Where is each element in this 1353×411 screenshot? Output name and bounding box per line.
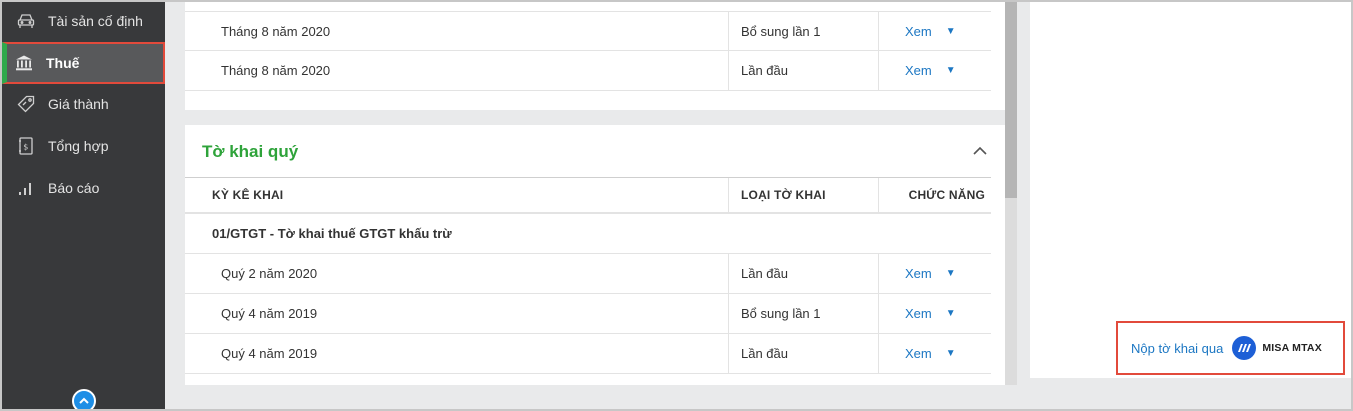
table-row: Quý 2 năm 2020 Lần đầu Xem ▼	[185, 254, 991, 294]
caret-down-icon[interactable]: ▼	[946, 308, 956, 319]
chevron-up-icon[interactable]	[973, 143, 989, 159]
type-cell: Bổ sung lần 1	[728, 12, 878, 50]
view-action[interactable]: Xem ▼	[878, 254, 991, 293]
caret-down-icon[interactable]: ▼	[946, 65, 956, 76]
period-cell: Quý 2 năm 2020	[221, 266, 318, 281]
price-tag-icon	[16, 94, 36, 114]
view-link[interactable]: Xem	[905, 63, 932, 78]
table-header: KỲ KÊ KHAI LOẠI TỜ KHAI CHỨC NĂNG	[185, 177, 991, 214]
bar-chart-icon	[16, 178, 36, 198]
vertical-scrollbar[interactable]	[1005, 2, 1017, 385]
submit-via-mtax[interactable]: Nộp tờ khai qua MISA MTAX	[1116, 321, 1345, 375]
table-row: Tháng 8 năm 2020 Bổ sung lần 1 Xem ▼	[185, 11, 991, 51]
type-cell: Lần đầu	[728, 254, 878, 293]
app-frame: Tài sản cố định Thuế Giá thành $ Tổng hợ…	[2, 2, 1351, 409]
mtax-logo[interactable]: MISA MTAX	[1232, 336, 1322, 360]
quarterly-declarations-panel: Tờ khai quý KỲ KÊ KHAI LOẠI TỜ KHAI CHỨC…	[185, 125, 1005, 385]
sidebar: Tài sản cố định Thuế Giá thành $ Tổng hợ…	[2, 2, 165, 409]
sidebar-item-fixed-assets[interactable]: Tài sản cố định	[2, 2, 165, 40]
table-row: Quý 4 năm 2019 Lần đầu Xem ▼	[185, 334, 991, 374]
monthly-declarations-panel: Tháng 8 năm 2020 Bổ sung lần 1 Xem ▼ Thá…	[185, 2, 1005, 110]
scroll-to-top-button[interactable]	[72, 389, 96, 409]
column-header-period: KỲ KÊ KHAI	[212, 188, 284, 202]
view-action[interactable]: Xem ▼	[878, 294, 991, 333]
type-cell: Lần đầu	[728, 51, 878, 90]
table-row: Tháng 8 năm 2020 Lần đầu Xem ▼	[185, 51, 991, 91]
sidebar-item-reports[interactable]: Báo cáo	[2, 169, 165, 207]
svg-text:$: $	[23, 143, 28, 152]
view-link[interactable]: Xem	[905, 266, 932, 281]
caret-down-icon[interactable]: ▼	[946, 268, 956, 279]
sidebar-item-label: Thuế	[46, 55, 80, 71]
period-cell: Quý 4 năm 2019	[221, 346, 318, 361]
scrollbar-thumb[interactable]	[1005, 2, 1017, 198]
sidebar-item-label: Tổng hợp	[48, 138, 109, 154]
view-link[interactable]: Xem	[905, 306, 932, 321]
view-action[interactable]: Xem ▼	[878, 334, 991, 373]
submit-link[interactable]: Nộp tờ khai qua	[1131, 341, 1223, 356]
column-header-actions: CHỨC NĂNG	[878, 178, 991, 212]
mtax-brand: MISA MTAX	[1262, 342, 1322, 354]
group-header: 01/GTGT - Tờ khai thuế GTGT khấu trừ	[185, 214, 991, 254]
caret-down-icon[interactable]: ▼	[946, 348, 956, 359]
ledger-icon: $	[16, 136, 36, 156]
period-cell: Quý 4 năm 2019	[221, 306, 318, 321]
column-header-type: LOẠI TỜ KHAI	[728, 178, 878, 212]
period-cell: Tháng 8 năm 2020	[221, 23, 331, 39]
view-link[interactable]: Xem	[905, 24, 932, 39]
bank-icon	[14, 53, 34, 73]
view-link[interactable]: Xem	[905, 346, 932, 361]
table-row: Quý 4 năm 2019 Bổ sung lần 1 Xem ▼	[185, 294, 991, 334]
sidebar-item-label: Giá thành	[48, 96, 109, 112]
period-cell: Tháng 8 năm 2020	[221, 63, 331, 78]
chevron-up-icon	[79, 392, 89, 409]
caret-down-icon[interactable]: ▼	[946, 26, 956, 37]
type-cell: Bổ sung lần 1	[728, 294, 878, 333]
section-title: Tờ khai quý	[202, 142, 299, 161]
sidebar-item-summary[interactable]: $ Tổng hợp	[2, 127, 165, 165]
view-action[interactable]: Xem ▼	[878, 51, 991, 90]
sidebar-item-label: Báo cáo	[48, 180, 100, 196]
sidebar-item-cost[interactable]: Giá thành	[2, 85, 165, 123]
sidebar-item-label: Tài sản cố định	[48, 13, 143, 29]
mtax-logo-icon	[1232, 336, 1257, 360]
type-cell: Lần đầu	[728, 334, 878, 373]
car-icon	[16, 11, 36, 31]
view-action[interactable]: Xem ▼	[878, 12, 991, 50]
sidebar-item-tax[interactable]: Thuế	[2, 42, 165, 84]
